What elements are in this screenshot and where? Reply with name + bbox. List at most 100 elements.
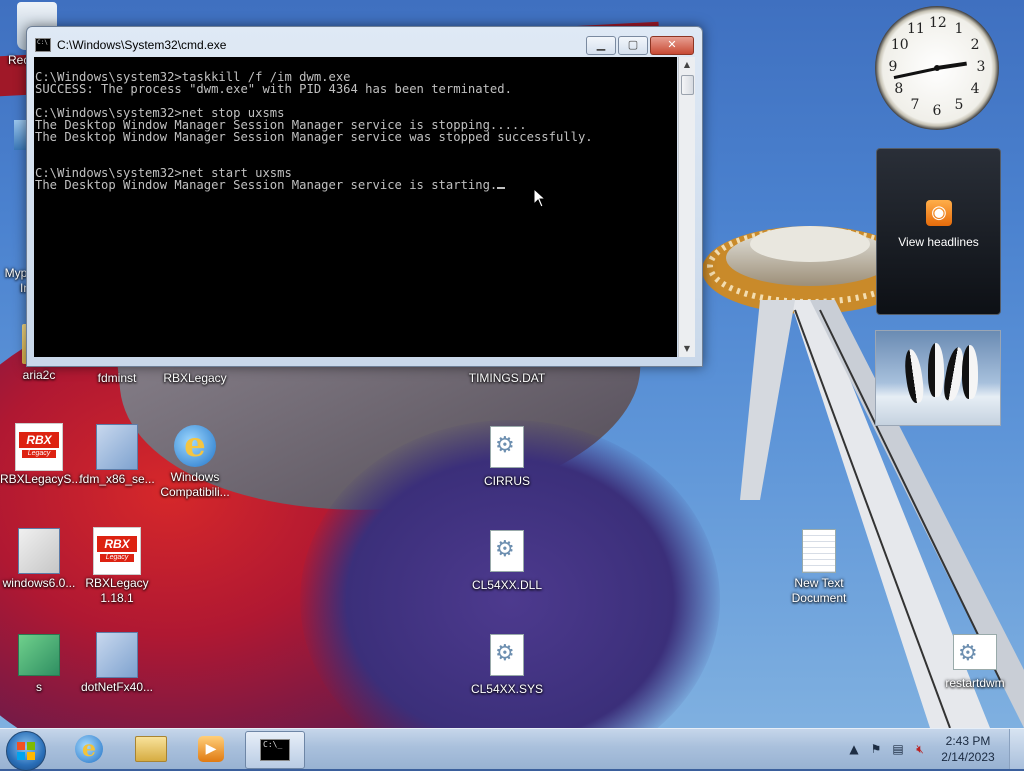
installer-icon — [96, 632, 138, 678]
system-file-icon — [490, 426, 524, 468]
console-text: C:\Windows\system32>taskkill /f /im dwm.… — [34, 57, 677, 193]
window-title: C:\Windows\System32\cmd.exe — [57, 38, 227, 52]
rbxlegacy-icon: RBX Legacy — [15, 423, 63, 471]
penguin-image — [928, 343, 944, 397]
system-file-icon — [953, 634, 997, 670]
system-file-icon — [490, 634, 524, 676]
clock-numeral: 9 — [888, 59, 898, 75]
desktop-icon-label: CIRRUS — [483, 474, 530, 488]
desktop-icon-label: windows6.0... — [2, 576, 76, 590]
desktop-icon-label: CL54XX.DLL — [471, 578, 543, 592]
text-file-icon — [802, 529, 836, 573]
clock-numeral: 2 — [970, 37, 980, 53]
clock-numeral: 12 — [929, 15, 947, 31]
desktop-icon-windows6[interactable]: windows6.0... — [0, 526, 78, 591]
title-bar[interactable]: C:\Windows\System32\cmd.exe — [35, 36, 226, 54]
mouse-pointer-icon — [533, 188, 547, 208]
clock-gadget[interactable]: 12 1 2 3 4 5 6 7 8 9 10 11 — [875, 6, 999, 130]
clock-numeral: 3 — [976, 59, 986, 75]
taskbar-windows-explorer[interactable] — [122, 731, 180, 767]
penguin-image — [962, 345, 978, 399]
desktop-icon-label: fdm_x86_se... — [79, 472, 155, 486]
desktop-icon-rbxlegacy-setup[interactable]: RBX Legacy RBXLegacyS... — [0, 422, 82, 487]
action-center-flag-icon[interactable]: ⚑ — [867, 740, 885, 758]
ie-icon: e — [75, 735, 103, 763]
desktop-icon-restartdwm[interactable]: restartdwm — [938, 630, 1012, 691]
desktop-icon-label: New Text Document — [791, 576, 847, 605]
scroll-thumb[interactable] — [681, 75, 694, 95]
clock-numeral: 8 — [894, 81, 904, 97]
update-package-icon — [18, 528, 60, 574]
desktop-icon-label: dotNetFx40... — [80, 680, 154, 694]
clock-numeral: 11 — [907, 20, 925, 37]
clock-numeral: 5 — [954, 97, 964, 114]
taskbar: e ▶ C:\_ ▲ ⚑ ▤ 🔇︎ 2:43 PM 2/14/2023 — [0, 728, 1024, 771]
desktop-icon-label: TIMINGS.DAT — [468, 371, 546, 385]
cmd-icon — [35, 38, 51, 52]
desktop-icon-new-text-document[interactable]: New Text Document — [780, 526, 858, 606]
clock-numeral: 6 — [932, 103, 942, 119]
clock-date: 2/14/2023 — [941, 750, 995, 764]
media-player-icon: ▶ — [198, 736, 224, 762]
clock-numeral: 10 — [890, 37, 909, 53]
console-line: SUCCESS: The process "dwm.exe" with PID … — [35, 82, 512, 96]
desktop-icon-label: Windows Compatibili... — [160, 470, 230, 499]
close-button[interactable]: ✕ — [650, 36, 694, 55]
desktop-icon-label: RBXLegacy — [163, 371, 227, 385]
ie-icon: e — [174, 425, 216, 467]
registry-file-icon — [18, 634, 60, 676]
console-line: The Desktop Window Manager Session Manag… — [35, 178, 498, 192]
desktop-icon-label: s — [36, 680, 42, 694]
desktop-icon-label: restartdwm — [945, 676, 1005, 690]
penguin-image — [902, 348, 926, 404]
desktop-icon-cl54xx-sys[interactable]: CL54XX.SYS — [468, 630, 546, 697]
cmd-window[interactable]: C:\Windows\System32\cmd.exe ▁ ▢ ✕ C:\Win… — [26, 26, 703, 367]
clock-time: 2:43 PM — [945, 734, 991, 748]
taskbar-media-player[interactable]: ▶ — [182, 731, 240, 767]
cmd-icon: C:\_ — [260, 739, 290, 761]
desktop-icon-cl54xx-dll[interactable]: CL54XX.DLL — [468, 526, 546, 593]
rss-icon: ◉ — [926, 200, 952, 226]
network-icon[interactable]: ▤ — [889, 740, 907, 758]
console-output[interactable]: C:\Windows\system32>taskkill /f /im dwm.… — [34, 57, 677, 357]
desktop-icon-s[interactable]: s — [0, 630, 78, 695]
vertical-scrollbar[interactable]: ▲ ▼ — [678, 57, 695, 357]
desktop-icon-cirrus[interactable]: CIRRUS — [468, 422, 546, 489]
console-line: The Desktop Window Manager Session Manag… — [35, 130, 593, 144]
window-controls: ▁ ▢ ✕ — [584, 36, 694, 55]
slideshow-gadget[interactable] — [875, 330, 1001, 426]
scroll-up-arrow-icon[interactable]: ▲ — [679, 57, 695, 73]
desktop-icon-label: fdminst — [97, 371, 137, 385]
desktop-icon-label: aria2c — [22, 368, 56, 382]
minimize-button[interactable]: ▁ — [586, 36, 616, 55]
show-hidden-icons-icon[interactable]: ▲ — [845, 740, 863, 758]
desktop-icon-fdm-setup[interactable]: fdm_x86_se... — [78, 422, 156, 487]
desktop-icon-label: CL54XX.SYS — [470, 682, 544, 696]
clock-numeral: 4 — [970, 81, 980, 97]
clock-numeral: 7 — [910, 97, 920, 114]
desktop-icon-windows-compatibility[interactable]: e Windows Compatibili... — [156, 422, 234, 500]
start-button[interactable] — [6, 731, 46, 771]
desktop-icon-label: RBXLegacyS... — [0, 472, 82, 486]
desktop-icon-label: RBXLegacy 1.18.1 — [85, 576, 149, 605]
taskbar-clock[interactable]: 2:43 PM 2/14/2023 — [931, 733, 1005, 765]
folder-icon — [135, 736, 167, 762]
maximize-button[interactable]: ▢ — [618, 36, 648, 55]
feed-headlines-gadget[interactable]: ◉ View headlines — [876, 148, 1001, 315]
clock-pin — [934, 65, 940, 71]
view-headlines-link[interactable]: View headlines — [877, 235, 1000, 249]
clock-numeral: 1 — [954, 20, 964, 37]
desktop-icon-rbxlegacy-shortcut[interactable]: RBX Legacy RBXLegacy 1.18.1 — [78, 526, 156, 606]
volume-muted-icon[interactable]: 🔇︎ — [911, 740, 929, 758]
system-file-icon — [490, 530, 524, 572]
notification-area: ▲ ⚑ ▤ 🔇︎ 2:43 PM 2/14/2023 — [843, 729, 1024, 769]
installer-icon — [96, 424, 138, 470]
desktop-icon-dotnetfx40[interactable]: dotNetFx40... — [78, 630, 156, 695]
rbxlegacy-icon: RBX Legacy — [93, 527, 141, 575]
hour-hand — [936, 61, 967, 70]
taskbar-internet-explorer[interactable]: e — [60, 731, 118, 767]
scroll-down-arrow-icon[interactable]: ▼ — [679, 341, 695, 357]
show-desktop-button[interactable] — [1009, 729, 1024, 769]
text-cursor — [497, 187, 506, 189]
taskbar-cmd[interactable]: C:\_ — [245, 731, 305, 769]
